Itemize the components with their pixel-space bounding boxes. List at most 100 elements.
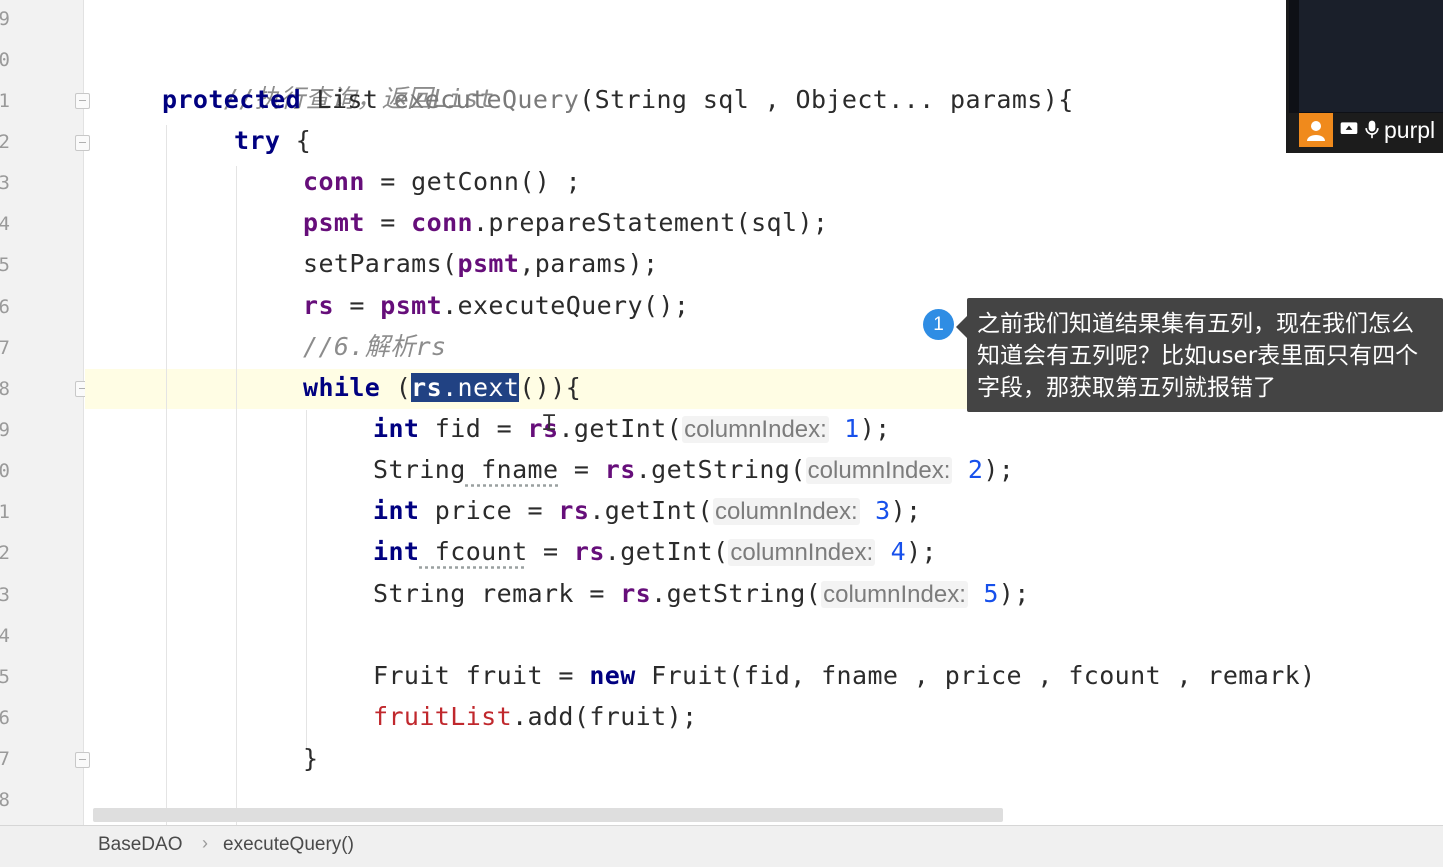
code-line-while: while (rs.next()){ xyxy=(303,368,581,408)
method-name: executeQuery xyxy=(393,85,580,114)
code-text: = xyxy=(558,455,605,484)
line-number-gutter: 9 0 1 2 3 4 5 6 7 8 9 0 1 2 3 4 5 6 7 8 xyxy=(0,0,90,825)
video-call-overlay[interactable]: purpl xyxy=(1286,0,1443,153)
line-number: 4 xyxy=(0,213,10,235)
user-avatar-icon xyxy=(1299,113,1333,147)
code-line-remark: String remark = rs.getString(columnIndex… xyxy=(373,574,1030,614)
code-line-setparams: setParams(psmt,params); xyxy=(303,244,658,284)
field-ref: rs xyxy=(411,373,443,402)
code-text: .getString( xyxy=(651,579,822,608)
text-selection[interactable]: rs.next xyxy=(411,373,520,402)
variable-name: fname xyxy=(465,455,559,484)
field-ref: rs xyxy=(620,579,652,608)
code-text: { xyxy=(280,126,312,155)
number-literal: 1 xyxy=(844,414,860,443)
annotation-callout: 之前我们知道结果集有五列，现在我们怎么知道会有五列呢？比如user表里面只有四个… xyxy=(956,298,1443,412)
code-text: = xyxy=(527,537,574,566)
method-params: (String sql , Object... params){ xyxy=(579,85,1074,114)
code-text: = getConn() ; xyxy=(364,167,582,196)
code-text: ( xyxy=(380,373,412,402)
line-number: 5 xyxy=(0,666,10,688)
line-number: 7 xyxy=(0,748,10,770)
type-name: String xyxy=(373,579,466,608)
line-number: 2 xyxy=(0,131,10,153)
indent-guide xyxy=(166,125,167,825)
code-line-try: try { xyxy=(234,121,311,161)
breadcrumb: BaseDAO › executeQuery() xyxy=(0,825,1443,867)
code-text: ); xyxy=(983,455,1015,484)
line-number: 8 xyxy=(0,378,10,400)
field-ref: psmt xyxy=(457,249,520,278)
code-line-fid: int fid = rs.getInt(columnIndex: 1); xyxy=(373,409,891,449)
line-number: 3 xyxy=(0,172,10,194)
line-number: 9 xyxy=(0,419,10,441)
parameter-hint: columnIndex: xyxy=(728,539,876,566)
field-ref: conn xyxy=(303,167,365,196)
shared-screen-thumbnail xyxy=(1299,0,1443,112)
breadcrumb-class[interactable]: BaseDAO xyxy=(98,834,182,856)
line-number: 0 xyxy=(0,460,10,482)
line-number: 5 xyxy=(0,254,10,276)
keyword: try xyxy=(234,126,281,155)
code-text: .getInt( xyxy=(604,537,729,566)
keyword: int xyxy=(373,414,420,443)
type-name: String xyxy=(373,455,466,484)
code-text: ); xyxy=(859,414,891,443)
keyword: int xyxy=(373,496,420,525)
mouse-ibeam-cursor: Ɪ xyxy=(543,411,556,436)
horizontal-scrollbar[interactable] xyxy=(93,808,1003,822)
code-text: price = xyxy=(419,496,559,525)
line-number: 1 xyxy=(0,501,10,523)
field-ref: conn xyxy=(411,208,473,237)
code-text: ,params); xyxy=(519,249,659,278)
parameter-hint: columnIndex: xyxy=(821,581,968,608)
code-text: ); xyxy=(906,537,937,566)
code-line-psmt: psmt = conn.prepareStatement(sql); xyxy=(303,203,828,243)
screen-share-icon[interactable] xyxy=(1339,119,1359,139)
code-text: fid = xyxy=(419,414,528,443)
number-literal: 5 xyxy=(983,579,999,608)
code-text: } xyxy=(303,744,319,773)
comment: //6.解析rs xyxy=(303,332,447,361)
indent-guide xyxy=(306,410,307,750)
code-text: .getInt( xyxy=(558,414,683,443)
parameter-hint: columnIndex: xyxy=(682,416,829,443)
line-number: 9 xyxy=(0,8,10,30)
keyword: protected xyxy=(162,85,302,114)
code-line-comment-parse: //6.解析rs xyxy=(303,327,447,367)
line-number: 2 xyxy=(0,542,10,564)
breadcrumb-method[interactable]: executeQuery() xyxy=(223,834,354,856)
participant-bar: purpl xyxy=(1289,113,1443,153)
field-ref: psmt xyxy=(380,291,443,320)
code-text: .getString( xyxy=(635,455,806,484)
field-ref: psmt xyxy=(303,208,365,237)
chevron-right-icon: › xyxy=(202,833,208,853)
code-editor[interactable]: //执行查询，返回List protected List executeQuer… xyxy=(85,0,1443,825)
indent-guide xyxy=(236,166,237,825)
number-literal: 2 xyxy=(967,455,984,484)
field-ref: rs xyxy=(303,291,334,320)
microphone-icon[interactable] xyxy=(1362,119,1382,139)
code-text: setParams( xyxy=(303,249,458,278)
code-line-close-brace: } xyxy=(303,739,318,779)
number-literal: 4 xyxy=(890,537,907,566)
code-text: = xyxy=(364,208,412,237)
code-line-list-add: fruitList.add(fruit); xyxy=(373,697,697,737)
code-line-new-fruit: Fruit fruit = new Fruit(fid, fname , pri… xyxy=(373,656,1316,696)
field-ref: rs xyxy=(558,496,590,525)
line-number: 0 xyxy=(0,49,10,71)
field-ref: rs xyxy=(604,455,636,484)
code-line-comment-query: //执行查询，返回List xyxy=(162,39,494,113)
code-line-conn: conn = getConn() ; xyxy=(303,162,581,202)
code-line-fcount: int fcount = rs.getInt(columnIndex: 4); xyxy=(373,532,937,572)
participant-name: purpl xyxy=(1384,117,1436,143)
parameter-hint: columnIndex: xyxy=(712,498,860,525)
line-number: 6 xyxy=(0,707,10,729)
line-number: 3 xyxy=(0,584,10,606)
code-text: ); xyxy=(890,496,922,525)
keyword: new xyxy=(589,661,636,690)
code-line-method-signature: protected List executeQuery(String sql ,… xyxy=(162,80,1074,120)
annotation-badge[interactable]: 1 xyxy=(923,309,954,340)
code-line-fname: String fname = rs.getString(columnIndex:… xyxy=(373,450,1014,490)
keyword: while xyxy=(303,373,381,402)
